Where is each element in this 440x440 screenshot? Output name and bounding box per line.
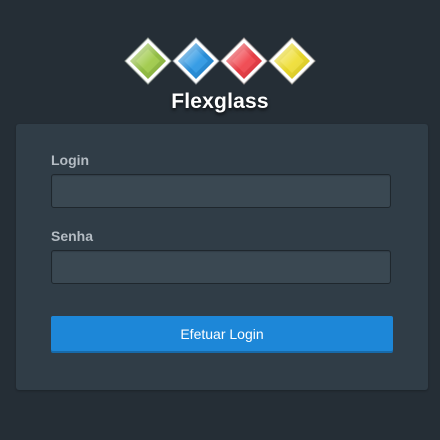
green-diamond-icon (124, 37, 172, 85)
login-button[interactable]: Efetuar Login (51, 316, 393, 351)
login-input[interactable] (51, 174, 391, 208)
login-card: Login Senha Efetuar Login (16, 124, 428, 390)
brand-name: Flexglass (171, 90, 269, 113)
diamond-logo-icon (124, 37, 316, 85)
password-label: Senha (51, 228, 94, 244)
password-input[interactable] (51, 250, 391, 284)
blue-diamond-icon (172, 37, 220, 85)
login-label: Login (51, 152, 90, 168)
red-diamond-icon (220, 37, 268, 85)
yellow-diamond-icon (268, 37, 316, 85)
login-page: Flexglass Login Senha Efetuar Login (0, 0, 440, 440)
